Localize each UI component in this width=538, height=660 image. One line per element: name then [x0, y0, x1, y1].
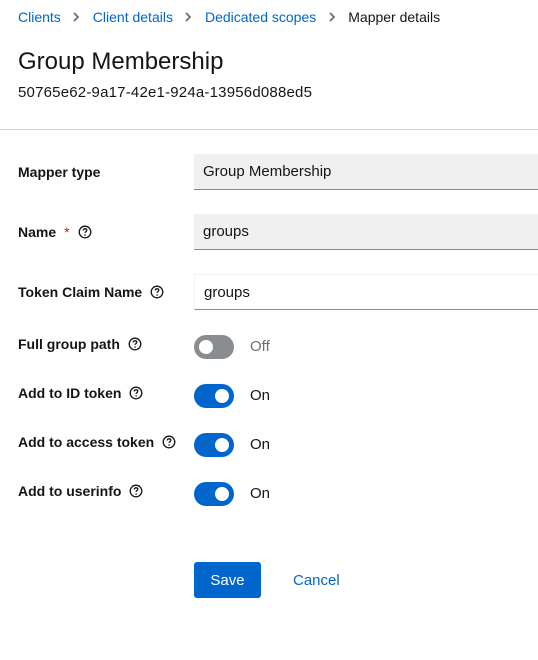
breadcrumb-dedicated-scopes-link[interactable]: Dedicated scopes: [205, 9, 316, 25]
breadcrumb: Clients Client details Dedicated scopes …: [18, 9, 440, 25]
token-claim-name-label-text: Token Claim Name: [18, 284, 143, 300]
token-claim-name-label: Token Claim Name: [18, 284, 164, 300]
full-group-path-toggle[interactable]: [194, 335, 234, 359]
mapper-type-field: Group Membership: [194, 154, 538, 190]
toggle-knob: [215, 438, 229, 452]
add-to-userinfo-label-text: Add to userinfo: [18, 483, 122, 499]
name-field: groups: [194, 214, 538, 250]
add-to-access-token-state: On: [250, 436, 271, 453]
full-group-path-state: Off: [250, 338, 270, 355]
full-group-path-label-text: Full group path: [18, 336, 120, 352]
help-circle-icon[interactable]: [128, 337, 142, 351]
add-to-id-token-label: Add to ID token: [18, 385, 143, 401]
help-circle-icon[interactable]: [129, 386, 143, 400]
breadcrumb-current: Mapper details: [348, 9, 441, 25]
page-title: Group Membership: [18, 48, 224, 75]
full-group-path-label: Full group path: [18, 336, 142, 352]
cancel-button[interactable]: Cancel: [279, 562, 354, 598]
save-button[interactable]: Save: [194, 562, 261, 598]
help-circle-icon[interactable]: [78, 225, 92, 239]
add-to-access-token-label: Add to access token: [18, 434, 176, 450]
header-divider: [0, 129, 538, 130]
toggle-knob: [199, 340, 213, 354]
mapper-type-value: Group Membership: [203, 163, 332, 180]
chevron-right-icon: [316, 9, 348, 25]
add-to-userinfo-toggle[interactable]: [194, 482, 234, 506]
add-to-id-token-toggle[interactable]: [194, 384, 234, 408]
mapper-type-label-text: Mapper type: [18, 164, 101, 180]
toggle-knob: [215, 487, 229, 501]
add-to-userinfo-label: Add to userinfo: [18, 483, 143, 499]
mapper-id: 50765e62-9a17-42e1-924a-13956d088ed5: [18, 84, 313, 101]
help-circle-icon[interactable]: [129, 484, 143, 498]
name-value: groups: [203, 223, 249, 240]
mapper-type-label: Mapper type: [18, 164, 100, 180]
breadcrumb-client-details-link[interactable]: Client details: [93, 9, 173, 25]
name-label-text: Name: [18, 224, 57, 240]
token-claim-name-value: groups: [204, 283, 250, 301]
chevron-right-icon: [173, 9, 205, 25]
chevron-right-icon: [61, 9, 93, 25]
toggle-knob: [215, 389, 229, 403]
help-circle-icon[interactable]: [162, 435, 176, 449]
add-to-userinfo-state: On: [250, 485, 271, 502]
add-to-access-token-label-text: Add to access token: [18, 434, 155, 450]
add-to-id-token-label-text: Add to ID token: [18, 385, 122, 401]
breadcrumb-clients-link[interactable]: Clients: [18, 9, 61, 25]
name-label: Name *: [18, 224, 92, 240]
required-marker: *: [64, 224, 70, 240]
add-to-access-token-toggle[interactable]: [194, 433, 234, 457]
add-to-id-token-state: On: [250, 387, 271, 404]
help-circle-icon[interactable]: [150, 285, 164, 299]
token-claim-name-input[interactable]: groups: [194, 274, 538, 310]
